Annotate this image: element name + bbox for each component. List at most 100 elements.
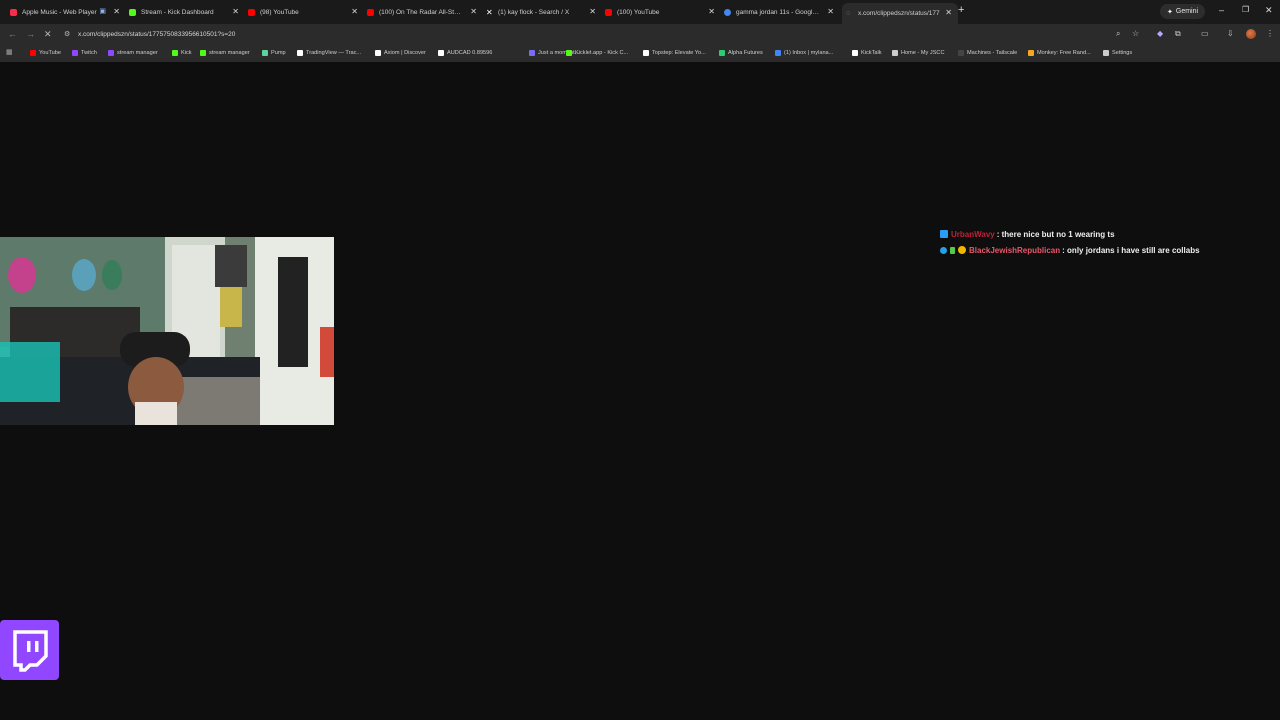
close-icon[interactable]: ✕ <box>470 7 477 16</box>
bookmark-item[interactable]: YouTube <box>30 48 61 58</box>
bookmark-favicon-icon <box>297 50 303 56</box>
gemini-label: Gemini <box>1175 8 1199 15</box>
x-logo-icon: ✕ <box>486 7 493 17</box>
bookmark-favicon-icon <box>172 50 178 56</box>
tab-kick-dashboard[interactable]: Stream - Kick Dashboard ✕ <box>129 4 239 20</box>
close-icon[interactable]: ✕ <box>351 7 358 16</box>
close-icon[interactable]: ✕ <box>945 8 952 17</box>
bookmark-favicon-icon <box>529 50 535 56</box>
bookmark-favicon-icon <box>719 50 725 56</box>
zoom-icon[interactable]: ⌕ <box>1116 29 1120 39</box>
bookmark-label: (1) Inbox | mylana... <box>784 50 834 56</box>
tab-youtube-98[interactable]: (98) YouTube ✕ <box>248 4 358 20</box>
restore-icon[interactable]: ❐ <box>1242 5 1249 14</box>
close-icon[interactable]: ✕ <box>232 7 239 16</box>
minimize-icon[interactable]: – <box>1219 5 1224 15</box>
bookmark-item[interactable]: (1) Inbox | mylana... <box>775 48 833 58</box>
bookmark-item[interactable]: Alpha Futures <box>719 48 763 58</box>
bookmark-item[interactable]: Kicklet.app - Kick C... <box>566 48 628 58</box>
site-info-icon[interactable]: ⚙ <box>64 30 72 38</box>
bookmark-label: stream manager <box>209 50 250 56</box>
bookmark-item[interactable]: stream manager <box>200 48 250 58</box>
address-text: x.com/clippedszn/status/1775750833956610… <box>78 30 236 38</box>
tab-google-search[interactable]: gamma jordan 11s - Google Se ✕ <box>724 4 834 20</box>
bookmark-favicon-icon <box>643 50 649 56</box>
bookmark-item[interactable]: Machines - Tailscale <box>958 48 1017 58</box>
apple-music-icon <box>10 8 17 16</box>
tab-youtube-100[interactable]: (100) YouTube ✕ <box>605 4 715 20</box>
tab-x-status-active[interactable]: ◌ x.com/clippedszn/status/177 ✕ <box>842 3 958 24</box>
close-icon[interactable]: ✕ <box>113 7 120 16</box>
bookmark-label: KickTalk <box>861 50 882 56</box>
bookmark-favicon-icon <box>262 50 268 56</box>
bookmark-item[interactable]: Kick <box>172 48 192 58</box>
apps-grid-icon[interactable]: ▦ <box>6 48 15 58</box>
bookmark-favicon-icon <box>375 50 381 56</box>
bookmark-label: TradingView — Trac... <box>306 50 362 56</box>
chat-message: UrbanWavy : there nice but no 1 wearing … <box>940 226 1270 242</box>
badge-icon <box>940 246 947 254</box>
tab-x-search[interactable]: ✕ (1) kay flock - Search / X ✕ <box>486 4 596 20</box>
badge-icon <box>950 246 955 254</box>
bookmark-label: Topstep: Elevate Yo... <box>652 50 706 56</box>
gemini-button[interactable]: ✦ Gemini <box>1160 4 1206 19</box>
badge-icon <box>958 246 966 254</box>
bookmark-item[interactable]: stream manager <box>108 48 158 58</box>
sparkle-icon: ✦ <box>1167 8 1173 16</box>
chat-username: BlackJewishRepublican <box>969 245 1061 255</box>
bookmark-label: Machines - Tailscale <box>967 50 1018 56</box>
webcam-image <box>0 237 334 425</box>
bookmark-item[interactable]: Pump <box>262 48 286 58</box>
address-bar[interactable]: x.com/clippedszn/status/1775750833956610… <box>60 27 1150 41</box>
puzzle-icon[interactable]: ⧉ <box>1175 29 1181 39</box>
bookmark-label: Home - My JSCC <box>901 50 945 56</box>
bookmark-item[interactable]: Monkey: Free Rand... <box>1028 48 1091 58</box>
window-close-icon[interactable]: ✕ <box>1265 5 1273 16</box>
bookmark-favicon-icon <box>30 50 36 56</box>
cast-icon: ▣ <box>99 8 106 15</box>
bookmark-label: Kicklet.app - Kick C... <box>575 50 629 56</box>
bookmark-label: Axiom | Discover <box>384 50 426 56</box>
bookmark-star-icon[interactable]: ☆ <box>1132 29 1139 38</box>
bookmark-item[interactable]: Axiom | Discover <box>375 48 426 58</box>
download-icon[interactable]: ⇩ <box>1227 29 1234 38</box>
bookmark-item[interactable]: Topstep: Elevate Yo... <box>643 48 706 58</box>
tab-apple-music[interactable]: Apple Music - Web Player ▣ ✕ <box>10 4 120 20</box>
close-icon[interactable]: ✕ <box>589 7 596 16</box>
new-tab-icon[interactable]: + <box>958 4 964 16</box>
bookmark-item[interactable]: Home - My JSCC <box>892 48 945 58</box>
extension-icon[interactable]: ◆ <box>1157 29 1163 38</box>
bookmark-favicon-icon <box>566 50 572 56</box>
back-icon[interactable]: ← <box>8 29 17 39</box>
loading-icon: ◌ <box>846 10 851 17</box>
bookmark-label: YouTube <box>39 50 61 56</box>
close-icon[interactable]: ✕ <box>708 7 715 16</box>
bookmark-label: Pump <box>271 50 286 56</box>
split-view-icon[interactable]: ▭ <box>1201 29 1209 38</box>
close-icon[interactable]: ✕ <box>827 7 834 16</box>
forward-icon[interactable]: → <box>26 29 35 39</box>
bookmark-item[interactable]: TradingView — Trac... <box>297 48 361 58</box>
stop-loading-icon[interactable]: ✕ <box>44 29 52 40</box>
bookmark-item[interactable]: AUDCAD 0.89596 <box>438 48 492 58</box>
avatar[interactable] <box>1246 29 1256 39</box>
tab-on-the-radar[interactable]: (100) On The Radar All-Star Cy ✕ <box>367 4 477 20</box>
bookmark-item[interactable]: Twitch <box>72 48 97 58</box>
chat-text: : there nice but no 1 wearing ts <box>996 229 1115 239</box>
bookmark-favicon-icon <box>852 50 858 56</box>
tab-title: gamma jordan 11s - Google Se <box>736 8 821 16</box>
bookmark-label: AUDCAD 0.89596 <box>447 50 493 56</box>
bookmark-label: Twitch <box>81 50 97 56</box>
bookmark-favicon-icon <box>892 50 898 56</box>
menu-icon[interactable]: ⋮ <box>1266 29 1274 38</box>
youtube-icon <box>248 8 255 16</box>
twitch-logo-icon <box>0 620 59 680</box>
bookmark-label: Alpha Futures <box>728 50 763 56</box>
youtube-icon <box>605 8 612 16</box>
bookmark-favicon-icon <box>72 50 78 56</box>
tab-title: Apple Music - Web Player <box>22 8 97 16</box>
bookmark-item[interactable]: Settings <box>1103 48 1132 58</box>
bookmark-label: Kick <box>181 50 192 56</box>
bookmark-item[interactable]: KickTalk <box>852 48 882 58</box>
tab-title: (100) On The Radar All-Star Cy <box>379 8 464 16</box>
